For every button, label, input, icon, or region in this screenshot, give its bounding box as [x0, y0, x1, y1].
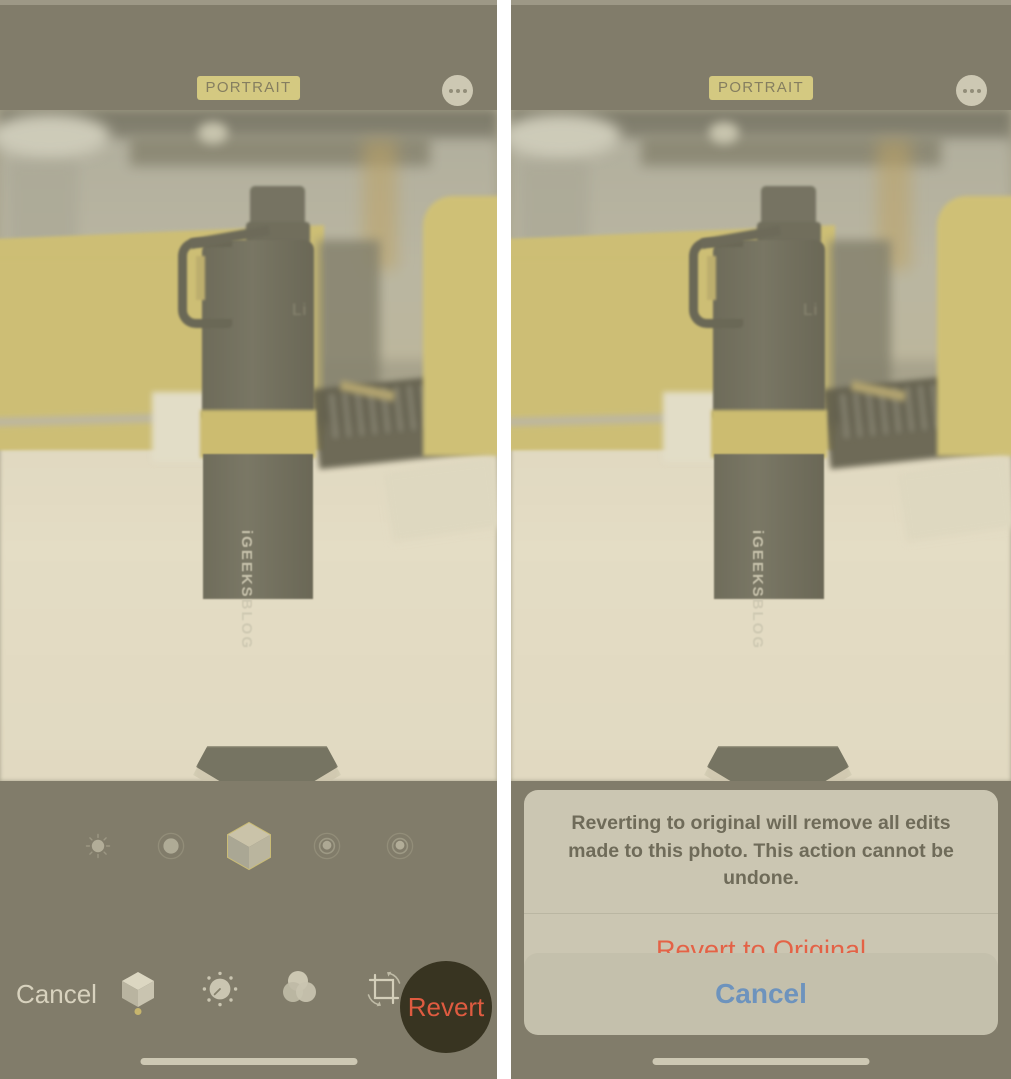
phone-screen-revert-dialog: PORTRAIT Li iGEEKSBLOG Reverting to orig…	[511, 0, 1011, 1079]
photo-canvas[interactable]: Li iGEEKSBLOG	[511, 110, 1011, 781]
lighting-option-studio-light[interactable]	[151, 826, 191, 866]
editor-bottom-toolbar: Cancel Revert	[0, 781, 497, 1079]
cancel-button[interactable]: Cancel	[16, 979, 97, 1010]
photo-bottle-brand: Li	[803, 300, 819, 319]
screenshot-root: PORTRAIT Li iGEEKSBLOG Cancel Revert POR…	[0, 0, 1011, 1079]
crop-rotate-icon	[367, 971, 401, 1007]
photo-watermark: iGEEKSBLOG	[749, 530, 766, 651]
lighting-option-natural-light[interactable]	[78, 826, 118, 866]
ellipsis-dot	[962, 88, 967, 93]
photo-white-box	[663, 392, 718, 462]
editor-top-bar: PORTRAIT	[0, 0, 497, 110]
ellipsis-dot	[976, 88, 981, 93]
photo-yellow-partition-right	[423, 196, 497, 456]
photo-watermark: iGEEKSBLOG	[238, 530, 255, 651]
photo-ceiling-lamp	[709, 122, 739, 144]
cube-icon	[122, 972, 154, 1007]
home-indicator	[652, 1058, 870, 1065]
photo-bottle-handle-slot	[196, 256, 205, 300]
editor-actions-row: Cancel Revert	[0, 961, 497, 1053]
ellipsis-dot	[455, 88, 460, 93]
photo-bottle-yellow-band	[200, 410, 316, 458]
ellipsis-dot	[969, 88, 974, 93]
photo-paper	[896, 457, 1011, 543]
panel-divider	[497, 0, 511, 1079]
active-tool-indicator	[134, 1008, 142, 1015]
photo-bottle-handle	[178, 238, 232, 328]
photo-bottle-yellow-band	[711, 410, 827, 458]
tab-crop-tool[interactable]	[364, 969, 404, 1013]
photo-ceiling-lamp	[198, 122, 228, 144]
photo-paper	[382, 457, 497, 543]
photo-image: Li iGEEKSBLOG	[511, 110, 1011, 781]
photo-white-box	[152, 392, 207, 462]
tab-filters-tool[interactable]	[282, 969, 322, 1013]
sun-circle-icon	[85, 833, 110, 859]
photo-bottle-brand: Li	[292, 300, 308, 319]
lighting-option-stage-light-mono[interactable]	[380, 826, 420, 866]
lighting-option-contour-light[interactable]	[307, 826, 347, 866]
tab-adjust-tool[interactable]	[200, 969, 240, 1013]
portrait-mode-badge[interactable]: PORTRAIT	[196, 76, 301, 100]
phone-screen-editor: PORTRAIT Li iGEEKSBLOG Cancel Revert	[0, 0, 497, 1079]
ellipsis-icon[interactable]	[442, 75, 473, 106]
cube-icon	[226, 821, 271, 871]
photo-bottle-lower	[203, 454, 313, 599]
revert-button[interactable]: Revert	[400, 961, 492, 1053]
home-indicator	[140, 1058, 357, 1065]
photo-bottle-foot	[196, 746, 338, 781]
three-circles-icon	[283, 971, 316, 1002]
editor-tool-tabs	[118, 969, 404, 1015]
tab-portrait-tool[interactable]	[118, 969, 158, 1015]
photo-bottle-handle	[689, 238, 743, 328]
filled-circle-icon	[157, 832, 184, 860]
action-sheet-zone: Reverting to original will remove all ed…	[511, 781, 1011, 1079]
ring-circle-icon	[313, 832, 340, 860]
portrait-lighting-selector[interactable]	[0, 820, 497, 872]
photo-yellow-partition-right	[937, 196, 1011, 456]
ellipsis-dot	[448, 88, 453, 93]
photo-bottle-lower	[714, 454, 824, 599]
ellipsis-dot	[462, 88, 467, 93]
photo-bottle-handle-slot	[707, 256, 716, 300]
portrait-mode-badge[interactable]: PORTRAIT	[709, 76, 813, 100]
photo-image: Li iGEEKSBLOG	[0, 110, 497, 781]
lighting-option-stage-light-cube[interactable]	[224, 820, 274, 872]
action-sheet-message: Reverting to original will remove all ed…	[568, 812, 954, 890]
ring-circle-icon	[386, 832, 413, 860]
action-sheet-cancel-button[interactable]: Cancel	[524, 953, 998, 1035]
ellipsis-icon[interactable]	[956, 75, 987, 106]
editor-top-bar: PORTRAIT	[511, 0, 1011, 110]
photo-canvas[interactable]: Li iGEEKSBLOG	[0, 110, 497, 781]
dial-icon	[202, 971, 238, 1007]
photo-bottle-foot	[707, 746, 849, 781]
